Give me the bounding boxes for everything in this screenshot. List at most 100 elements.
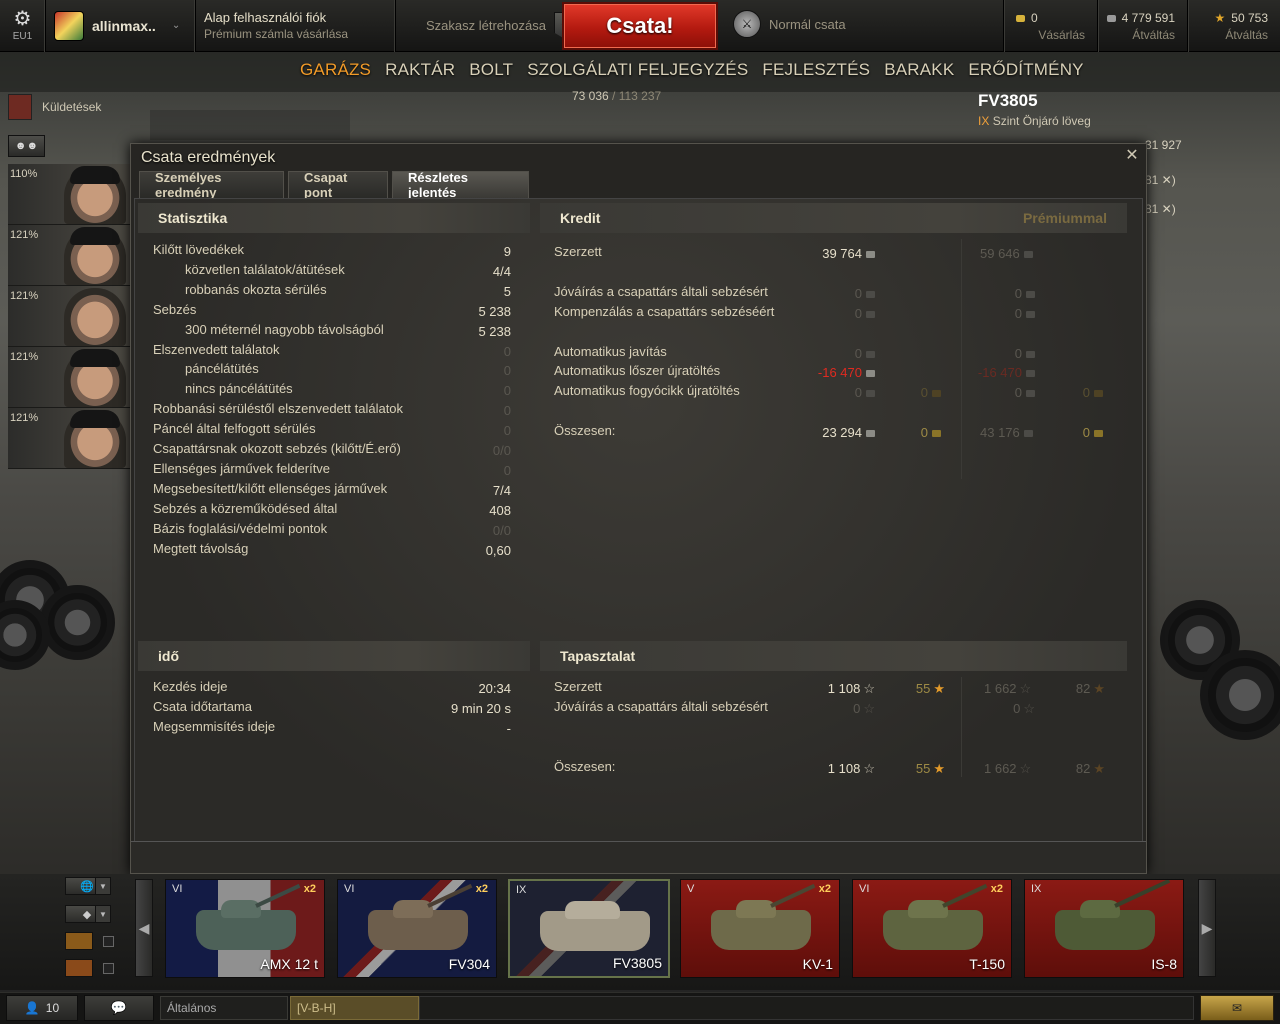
tank-slot[interactable]: VI x2 FV304 [337, 879, 497, 978]
contacts-button[interactable]: 👤 10 [6, 995, 78, 1021]
battle-mode-selector[interactable]: ⚔ Normál csata [733, 10, 846, 38]
buy-gold-link[interactable]: Vásárlás [1004, 28, 1085, 42]
tab-detailed[interactable]: Részletes jelentés [392, 170, 529, 200]
credit-consumables-prem: 0 [1014, 385, 1022, 400]
tank-slot[interactable]: VI x2 T-150 [852, 879, 1012, 978]
credits-balance[interactable]: 4 779 591 Átváltás [1097, 0, 1187, 52]
tank-tier: VI [344, 883, 355, 895]
credit-earned-prem-value: 59 646 [980, 246, 1020, 261]
xp-earned-prem: 1 662 [984, 681, 1017, 696]
vehicle-class: Szint Önjáró löveg [992, 114, 1091, 128]
credits-icon [866, 311, 875, 319]
crew-member[interactable]: 121% [8, 347, 130, 408]
buy-premium-link[interactable]: Prémium számla vásárlása [204, 27, 348, 41]
tank-slot[interactable]: VI x2 AMX 12 t [165, 879, 325, 978]
stat-label: Sebzés a közreműködésed által [153, 501, 338, 516]
nav-shop[interactable]: BOLT [469, 60, 513, 80]
chevron-down-icon[interactable]: ▼ [95, 905, 111, 923]
credit-total-prem: 43 176 [980, 425, 1020, 440]
battle-button[interactable]: Csata! [562, 2, 718, 50]
clan-channel[interactable]: [V-B-H] [290, 996, 419, 1020]
create-platoon-label: Szakasz létrehozása [426, 18, 546, 33]
research-current: 73 036 [572, 89, 609, 103]
crew-member[interactable]: 110% [8, 164, 130, 225]
nav-service-record[interactable]: SZOLGÁLATI FELJEGYZÉS [527, 60, 748, 80]
credit-header-label: Kredit [560, 210, 601, 226]
vehicle-info: FV3805 IX Szint Önjáró löveg [978, 91, 1091, 128]
tank-gun [942, 883, 988, 908]
crew-member[interactable]: 121% [8, 408, 130, 469]
nav-research[interactable]: FEJLESZTÉS [762, 60, 870, 80]
credit-comp2-value: 0 [854, 306, 862, 321]
time-start-label: Kezdés ideje [153, 679, 228, 694]
tank-slot[interactable]: IX IS-8 [1024, 879, 1184, 978]
player-menu[interactable]: allinmax.. ⌄ [46, 0, 196, 52]
tab-team[interactable]: Csapat pont [288, 170, 388, 200]
credit-earned-label: Szerzett [554, 244, 602, 259]
credit-repair-prem-value: 0 [1014, 346, 1022, 361]
stat-value: 0 [503, 383, 511, 398]
notification-icon: ✉ [1231, 1001, 1243, 1015]
free-xp-icon: ★ [1214, 10, 1226, 25]
tank-slot[interactable]: V x2 KV-1 [680, 879, 840, 978]
time-header-label: idő [158, 648, 179, 664]
gold-value: 0 [1031, 10, 1038, 25]
nav-stronghold[interactable]: ERŐDÍTMÉNY [968, 60, 1083, 80]
stat-label: közvetlen találatok/átütések [185, 262, 345, 277]
tab-personal[interactable]: Személyes eredmény [139, 170, 284, 200]
premium-filter-checkbox[interactable] [103, 936, 114, 947]
credit-ammo-label: Automatikus lőszer újratöltés [554, 363, 721, 378]
main-nav: GARÁZS RAKTÁR BOLT SZOLGÁLATI FELJEGYZÉS… [300, 60, 1084, 80]
chevron-down-icon[interactable]: ▼ [95, 877, 111, 895]
stat-value: 4/4 [492, 264, 511, 279]
stat-label: Páncél által felfogott sérülés [153, 421, 316, 436]
crew-button[interactable]: ☻☻ [8, 135, 45, 157]
premium-filter-icon[interactable] [65, 932, 93, 950]
tank-slot-selected[interactable]: IX FV3805 [508, 879, 670, 978]
chat-input[interactable] [419, 996, 1194, 1020]
credit-earned-value: 39 764 [822, 246, 862, 261]
stats-header: Statisztika [138, 203, 530, 233]
credit-comp1-value: 0 [854, 286, 862, 301]
dialog-title: Csata eredmények [141, 149, 276, 166]
nav-garage[interactable]: GARÁZS [300, 60, 371, 80]
crew-member[interactable]: 121% [8, 225, 130, 286]
time-duration-label: Csata időtartama [153, 699, 252, 714]
beret-icon [70, 227, 120, 245]
xp-header-label: Tapasztalat [560, 648, 636, 664]
carousel-left-arrow[interactable]: ◀ [135, 879, 153, 977]
nav-barracks[interactable]: BARAKK [884, 60, 954, 80]
missions-button[interactable]: Küldetések [8, 92, 101, 122]
account-premium-link[interactable]: Alap felhasználói fiók Prémium számla vá… [196, 0, 396, 52]
credits-icon [1026, 370, 1035, 378]
chat-button[interactable]: 💬 [84, 995, 154, 1021]
tank-gun [770, 883, 816, 908]
stat-label: robbanás okozta sérülés [185, 282, 327, 297]
free-xp-balance[interactable]: ★ 50 753 Átváltás [1187, 0, 1280, 52]
elite-filter-checkbox[interactable] [103, 963, 114, 974]
chat-channel[interactable]: Általános [160, 996, 288, 1020]
notifications-button[interactable]: ✉ [1200, 995, 1274, 1021]
crew-member[interactable]: 121% [8, 286, 130, 347]
account-type: Alap felhasználói fiók [204, 10, 327, 25]
settings-button[interactable]: ⚙ EU1 [0, 0, 46, 52]
exchange-xp-link[interactable]: Átváltás [1188, 28, 1268, 42]
credits-icon [866, 251, 875, 259]
credits-icon [1026, 390, 1035, 398]
credit-earned: 39 764 [775, 246, 875, 261]
carousel-right-arrow[interactable]: ▶ [1198, 879, 1216, 977]
nav-depot[interactable]: RAKTÁR [385, 60, 455, 80]
exchange-credits-link[interactable]: Átváltás [1098, 28, 1175, 42]
gold-balance[interactable]: 0 Vásárlás [1003, 0, 1097, 52]
xp-total-free: 55 [915, 761, 931, 776]
stat-value: 5 238 [478, 304, 511, 319]
missions-icon [8, 94, 32, 120]
elite-filter-icon[interactable] [65, 959, 93, 977]
free-xp-star-icon: ★ [1093, 761, 1105, 776]
tank-name: FV3805 [612, 955, 662, 971]
credit-repair-label: Automatikus javítás [554, 344, 667, 359]
tank-turret [1080, 900, 1120, 918]
credits-icon [1026, 351, 1035, 359]
close-icon[interactable]: ✕ [1124, 148, 1140, 164]
time-start-value: 20:34 [478, 681, 511, 696]
